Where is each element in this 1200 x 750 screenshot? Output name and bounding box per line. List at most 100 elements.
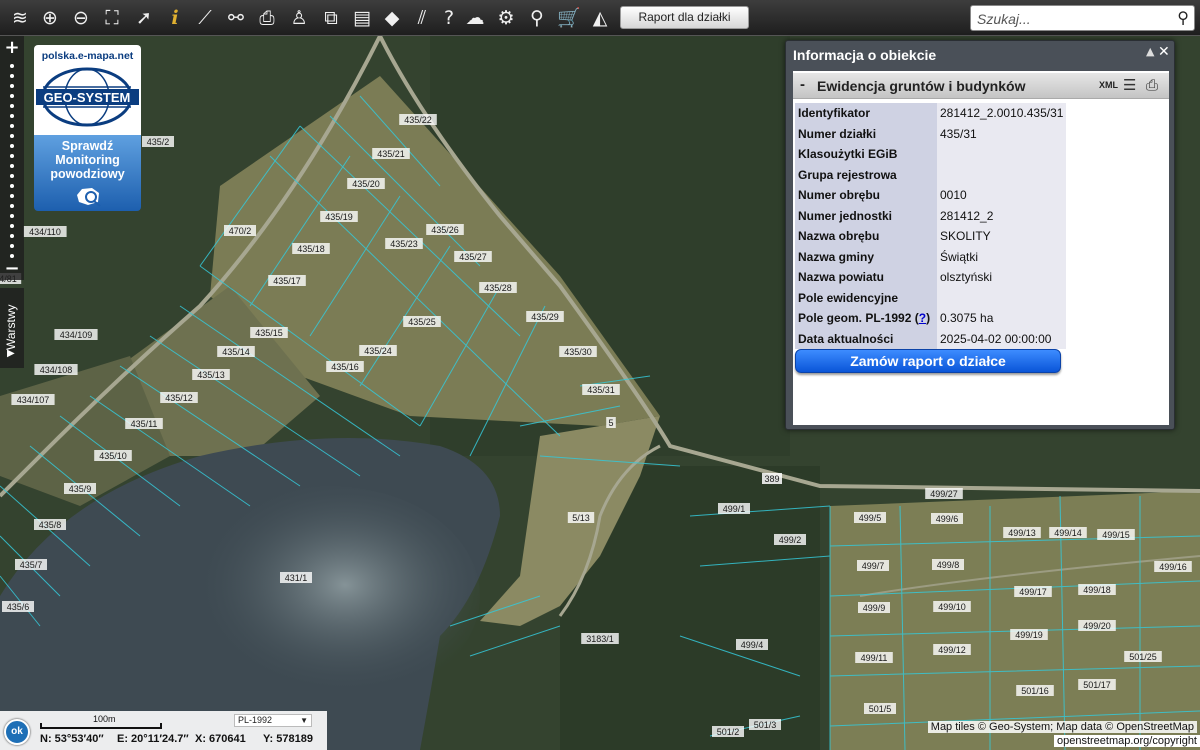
parcel-number: 5 — [608, 418, 613, 428]
annotation-icon[interactable]: ◆ — [379, 5, 405, 31]
attribute-key-text: Klasoużytki EGiB — [798, 147, 898, 162]
pointer-icon[interactable]: ➚ — [131, 5, 157, 31]
ok-button[interactable]: ok — [4, 719, 30, 745]
cart-icon[interactable]: 🛒 — [556, 5, 582, 31]
layers-tab[interactable]: Warstwy ▶ — [0, 288, 24, 368]
parcel-label: 435/11 — [125, 418, 163, 429]
attribute-value: 2025-04-02 00:00:00 — [937, 328, 1067, 349]
layers-icon[interactable]: ≋ — [7, 5, 33, 31]
hatch-icon[interactable]: ⫽ — [409, 5, 435, 31]
zoom-level-dot[interactable] — [10, 234, 14, 238]
close-icon[interactable]: ✕ — [1158, 44, 1170, 60]
parcel-number: 501/16 — [1021, 686, 1049, 696]
geo-system-banner[interactable]: polska.e-mapa.net GEO-SYSTEM Sprawdź Mon… — [34, 45, 141, 211]
zoom-level-dot[interactable] — [10, 164, 14, 168]
attribute-key-text: Nazwa powiatu — [798, 270, 885, 285]
parcel-number: 435/21 — [377, 149, 405, 159]
zoom-level-dot[interactable] — [10, 184, 14, 188]
zoom-in-button[interactable]: + — [0, 39, 24, 57]
parcel-number: 435/13 — [197, 370, 225, 380]
street-view-icon[interactable]: ♙ — [286, 5, 312, 31]
zoom-level-dot[interactable] — [10, 194, 14, 198]
zoom-level-dot[interactable] — [10, 174, 14, 178]
help-link[interactable]: ? — [919, 311, 926, 325]
parcel-label: 434/110 — [23, 226, 67, 237]
zoom-level-dot[interactable] — [10, 104, 14, 108]
zoom-level-dot[interactable] — [10, 114, 14, 118]
link-icon[interactable]: ⚯ — [223, 5, 249, 31]
parcel-label: 3183/1 — [581, 633, 619, 644]
parcel-number: 435/19 — [325, 212, 353, 222]
parcel-number: 435/12 — [165, 393, 193, 403]
zoom-level-dot[interactable] — [10, 84, 14, 88]
cloud-upload-icon[interactable]: ☁ — [462, 5, 488, 31]
list-icon[interactable]: ☰ — [1123, 76, 1136, 94]
parcel-number: 435/9 — [69, 484, 92, 494]
settings-icon[interactable]: ⚙ — [493, 5, 519, 31]
parcel-label: 470/2 — [224, 225, 256, 236]
zoom-level-dot[interactable] — [10, 244, 14, 248]
attribute-key-text: Identyfikator — [798, 106, 871, 121]
zoom-out-button[interactable]: − — [0, 260, 24, 278]
zoom-level-dot[interactable] — [10, 224, 14, 228]
attribute-row: Pole ewidencyjne — [795, 287, 1067, 308]
zoom-level-dot[interactable] — [10, 74, 14, 78]
layout-icon[interactable]: ▤ — [349, 5, 375, 31]
print-icon[interactable]: ⎙ — [1146, 76, 1158, 94]
zoom-extent-icon[interactable]: ⛶ — [99, 5, 125, 31]
attribute-row: Klasoużytki EGiB — [795, 144, 1067, 165]
svg-text:GEO-SYSTEM: GEO-SYSTEM — [44, 90, 131, 105]
parcel-number: 470/2 — [229, 226, 252, 236]
zoom-level-dot[interactable] — [10, 154, 14, 158]
attribute-row: Nazwa powiatu olsztyński — [795, 267, 1067, 288]
parcel-report-button[interactable]: Raport dla działki — [620, 6, 749, 29]
parcel-number: 435/26 — [431, 225, 459, 235]
attribute-key-text: Grupa rejestrowa — [798, 167, 897, 182]
parcel-label: 435/16 — [326, 361, 364, 372]
attribute-key: Numer obrębu — [795, 185, 937, 206]
osm-copyright-link[interactable]: openstreetmap.org/copyright — [1053, 735, 1200, 747]
order-report-button[interactable]: Zamów raport o działce — [795, 349, 1061, 373]
zoom-level-dot[interactable] — [10, 94, 14, 98]
attribute-row: Grupa rejestrowa — [795, 164, 1067, 185]
section-collapse-button[interactable]: - — [800, 76, 805, 93]
parcel-label: 499/27 — [925, 488, 963, 499]
search-input[interactable] — [977, 9, 1167, 28]
parcel-number: 499/1 — [723, 504, 746, 514]
attribute-row: Nazwa gminy Świątki — [795, 246, 1067, 267]
xml-export-button[interactable]: XML — [1099, 80, 1118, 90]
attribute-row: Numer działki 435/31 — [795, 123, 1067, 144]
search-icon[interactable]: ⚲ — [1177, 8, 1189, 27]
parcel-label: 435/29 — [526, 311, 564, 322]
info-icon[interactable]: i — [162, 5, 188, 31]
zoom-level-dot[interactable] — [10, 124, 14, 128]
zoom-level-dot[interactable] — [10, 64, 14, 68]
search-box: ⚲ — [970, 5, 1195, 31]
parcel-number: 434/108 — [40, 365, 73, 375]
longitude-readout: E: 20°11′24.7″ — [117, 733, 189, 745]
parcel-label: 435/8 — [34, 519, 66, 530]
search-map-icon[interactable]: ⚲ — [524, 5, 550, 31]
attribute-key-text: Numer jednostki — [798, 208, 893, 223]
parcel-number: 435/7 — [20, 560, 43, 570]
parcel-label: 435/28 — [479, 282, 517, 293]
zoom-in-icon[interactable]: ⊕ — [37, 5, 63, 31]
zoom-level-dot[interactable] — [10, 134, 14, 138]
parcel-number: 499/9 — [863, 603, 886, 613]
zoom-level-dot[interactable] — [10, 204, 14, 208]
crs-select[interactable]: PL-1992 ▼ — [234, 714, 312, 727]
parcel-label: 431/1 — [280, 572, 312, 583]
attribute-value: Świątki — [937, 246, 1067, 267]
drawing-icon[interactable]: ◭ — [587, 5, 613, 31]
attribute-key-text: Pole geom. PL-1992 — [798, 311, 912, 326]
print-icon[interactable]: ⎙ — [254, 5, 280, 31]
measure-icon[interactable]: ⟋ — [192, 5, 218, 31]
minimize-icon[interactable]: ▲ — [1146, 45, 1154, 58]
copy-icon[interactable]: ⧉ — [318, 5, 344, 31]
zoom-level-dot[interactable] — [10, 214, 14, 218]
zoom-level-dot[interactable] — [10, 144, 14, 148]
attribute-value: 0.3075 ha — [937, 308, 1067, 329]
attribute-row: Data aktualności 2025-04-02 00:00:00 — [795, 328, 1067, 349]
help-icon[interactable]: ? — [436, 5, 462, 31]
zoom-out-icon[interactable]: ⊖ — [68, 5, 94, 31]
